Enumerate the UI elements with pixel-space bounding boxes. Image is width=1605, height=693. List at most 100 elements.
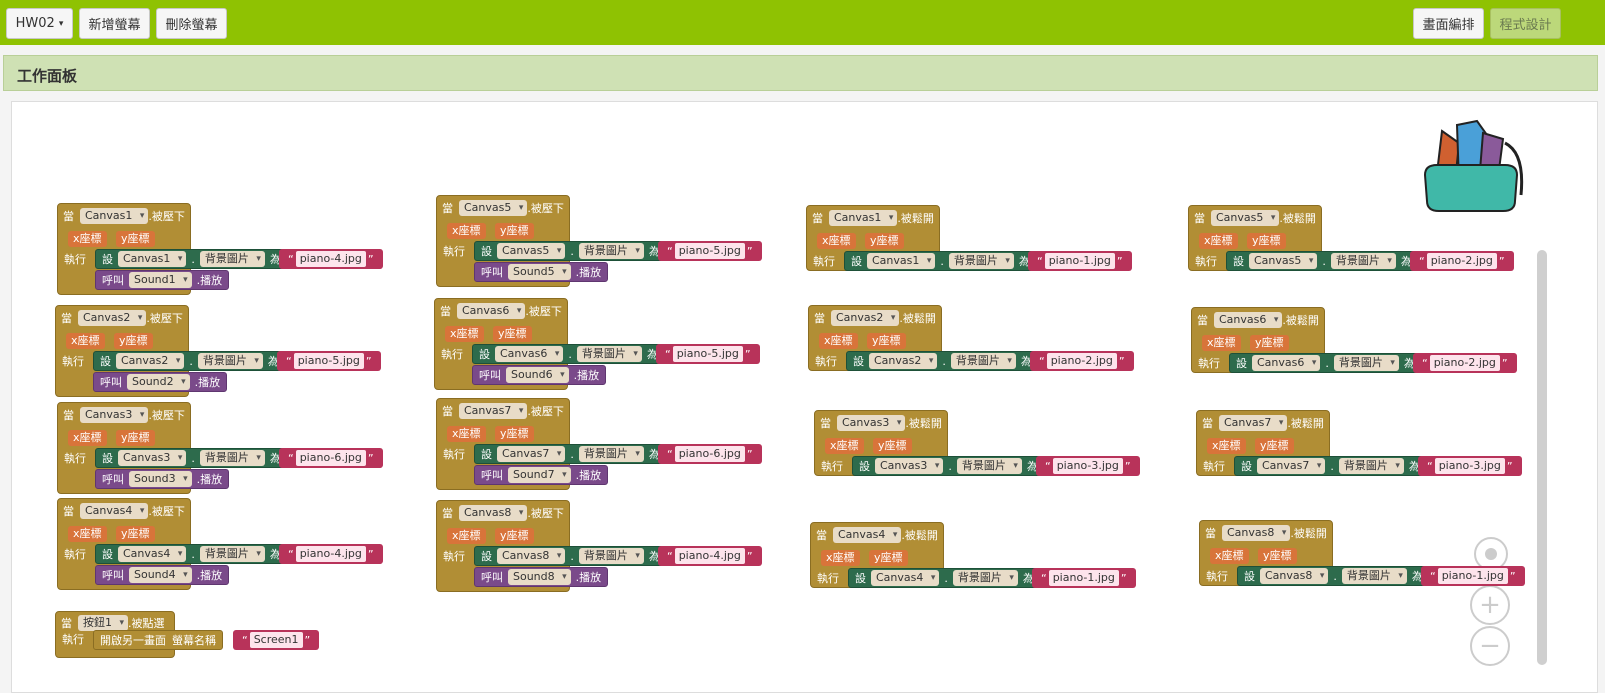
text-value[interactable]: piano-3.jpg xyxy=(1434,458,1505,474)
text-value[interactable]: piano-6.jpg xyxy=(295,450,366,466)
component-dropdown[interactable]: 按鈕1 xyxy=(78,615,128,631)
set-block[interactable]: 設Canvas3.背景圖片為 xyxy=(852,456,1045,476)
component-dropdown[interactable]: Canvas8 xyxy=(1260,568,1329,584)
text-block[interactable]: “piano-6.jpg” xyxy=(279,448,383,468)
param-x[interactable]: x座標 xyxy=(68,430,107,446)
text-value[interactable]: piano-3.jpg xyxy=(1052,458,1123,474)
backpack-icon[interactable] xyxy=(1417,113,1527,218)
param-x[interactable]: x座標 xyxy=(447,223,486,239)
param-y[interactable]: y座標 xyxy=(1255,438,1294,454)
component-dropdown[interactable]: Canvas5 xyxy=(1249,253,1318,269)
component-dropdown[interactable]: Canvas7 xyxy=(459,403,528,419)
param-x[interactable]: x座標 xyxy=(1202,335,1241,351)
add-screen-button[interactable]: 新增螢幕 xyxy=(79,8,150,39)
component-dropdown[interactable]: Canvas8 xyxy=(1222,525,1291,541)
component-dropdown[interactable]: Canvas7 xyxy=(1219,415,1288,431)
component-dropdown[interactable]: Canvas5 xyxy=(1211,210,1280,226)
property-dropdown[interactable]: 背景圖片 xyxy=(952,570,1018,586)
set-block[interactable]: 設Canvas6.背景圖片為 xyxy=(472,344,665,364)
property-dropdown[interactable]: 背景圖片 xyxy=(950,353,1016,369)
param-x[interactable]: x座標 xyxy=(1199,233,1238,249)
param-x[interactable]: x座標 xyxy=(825,438,864,454)
param-x[interactable]: x座標 xyxy=(445,326,484,342)
param-x[interactable]: x座標 xyxy=(447,528,486,544)
set-block[interactable]: 設Canvas6.背景圖片為 xyxy=(1229,353,1422,373)
set-block[interactable]: 設Canvas7.背景圖片為 xyxy=(474,444,667,464)
call-block[interactable]: 呼叫 Sound2 .播放 xyxy=(93,372,228,392)
param-x[interactable]: x座標 xyxy=(447,426,486,442)
param-x[interactable]: x座標 xyxy=(66,333,105,349)
text-block[interactable]: “piano-2.jpg” xyxy=(1030,351,1134,371)
text-block[interactable]: “piano-1.jpg” xyxy=(1421,566,1525,586)
set-block[interactable]: 設Canvas4.背景圖片為 xyxy=(95,544,288,564)
text-value[interactable]: piano-1.jpg xyxy=(1044,253,1115,269)
text-value[interactable]: piano-2.jpg xyxy=(1046,353,1117,369)
param-y[interactable]: y座標 xyxy=(116,231,155,247)
param-y[interactable]: y座標 xyxy=(873,438,912,454)
text-value[interactable]: piano-5.jpg xyxy=(293,353,364,369)
param-y[interactable]: y座標 xyxy=(495,528,534,544)
property-dropdown[interactable]: 背景圖片 xyxy=(197,353,263,369)
component-dropdown[interactable]: Canvas3 xyxy=(80,407,149,423)
component-dropdown[interactable]: Canvas4 xyxy=(80,503,149,519)
component-dropdown[interactable]: Canvas4 xyxy=(118,546,187,562)
param-y[interactable]: y座標 xyxy=(865,233,904,249)
call-block[interactable]: 呼叫 Sound7 .播放 xyxy=(474,465,609,485)
property-dropdown[interactable]: 背景圖片 xyxy=(948,253,1014,269)
param-x[interactable]: x座標 xyxy=(821,550,860,566)
component-dropdown[interactable]: Canvas8 xyxy=(459,505,528,521)
property-dropdown[interactable]: 背景圖片 xyxy=(1338,458,1404,474)
param-y[interactable]: y座標 xyxy=(495,223,534,239)
property-dropdown[interactable]: 背景圖片 xyxy=(1330,253,1396,269)
param-y[interactable]: y座標 xyxy=(867,333,906,349)
call-block[interactable]: 呼叫 Sound6 .播放 xyxy=(472,365,607,385)
call-block[interactable]: 呼叫 Sound8 .播放 xyxy=(474,567,609,587)
sound-dropdown[interactable]: Sound4 xyxy=(129,567,192,583)
text-value[interactable]: piano-4.jpg xyxy=(295,251,366,267)
component-dropdown[interactable]: Canvas6 xyxy=(457,303,526,319)
property-dropdown[interactable]: 背景圖片 xyxy=(199,546,265,562)
component-dropdown[interactable]: Canvas5 xyxy=(497,243,566,259)
blocks-button[interactable]: 程式設計 xyxy=(1490,8,1561,39)
text-block[interactable]: “piano-5.jpg” xyxy=(277,351,381,371)
component-dropdown[interactable]: Canvas7 xyxy=(1257,458,1326,474)
property-dropdown[interactable]: 背景圖片 xyxy=(578,548,644,564)
param-y[interactable]: y座標 xyxy=(495,426,534,442)
text-block[interactable]: “piano-4.jpg” xyxy=(658,546,762,566)
param-x[interactable]: x座標 xyxy=(68,231,107,247)
set-block[interactable]: 設Canvas3.背景圖片為 xyxy=(95,448,288,468)
set-block[interactable]: 設Canvas1.背景圖片為 xyxy=(95,249,288,269)
set-block[interactable]: 設Canvas7.背景圖片為 xyxy=(1234,456,1427,476)
param-y[interactable]: y座標 xyxy=(114,333,153,349)
text-block[interactable]: “Screen1” xyxy=(233,630,320,650)
sound-dropdown[interactable]: Sound3 xyxy=(129,471,192,487)
text-value[interactable]: piano-2.jpg xyxy=(1429,355,1500,371)
param-y[interactable]: y座標 xyxy=(1247,233,1286,249)
project-dropdown[interactable]: HW02 ▾ xyxy=(6,8,73,39)
designer-button[interactable]: 畫面編排 xyxy=(1413,8,1484,39)
sound-dropdown[interactable]: Sound1 xyxy=(129,272,192,288)
param-y[interactable]: y座標 xyxy=(116,430,155,446)
component-dropdown[interactable]: Canvas1 xyxy=(80,208,149,224)
text-block[interactable]: “piano-3.jpg” xyxy=(1418,456,1522,476)
text-block[interactable]: “piano-1.jpg” xyxy=(1028,251,1132,271)
delete-screen-button[interactable]: 刪除螢幕 xyxy=(156,8,227,39)
call-block[interactable]: 呼叫 Sound5 .播放 xyxy=(474,262,609,282)
set-block[interactable]: 設Canvas8.背景圖片為 xyxy=(1237,566,1430,586)
text-block[interactable]: “piano-2.jpg” xyxy=(1410,251,1514,271)
param-y[interactable]: y座標 xyxy=(1258,548,1297,564)
component-dropdown[interactable]: Canvas2 xyxy=(116,353,185,369)
component-dropdown[interactable]: Canvas6 xyxy=(495,346,564,362)
call-block[interactable]: 呼叫 Sound3 .播放 xyxy=(95,469,230,489)
property-dropdown[interactable]: 背景圖片 xyxy=(956,458,1022,474)
param-x[interactable]: x座標 xyxy=(817,233,856,249)
param-x[interactable]: x座標 xyxy=(68,526,107,542)
param-y[interactable]: y座標 xyxy=(116,526,155,542)
sound-dropdown[interactable]: Sound5 xyxy=(508,264,571,280)
text-block[interactable]: “piano-4.jpg” xyxy=(279,544,383,564)
text-block[interactable]: “piano-6.jpg” xyxy=(658,444,762,464)
property-dropdown[interactable]: 背景圖片 xyxy=(1341,568,1407,584)
text-block[interactable]: “piano-4.jpg” xyxy=(279,249,383,269)
sound-dropdown[interactable]: Sound6 xyxy=(506,367,569,383)
sound-dropdown[interactable]: Sound8 xyxy=(508,569,571,585)
